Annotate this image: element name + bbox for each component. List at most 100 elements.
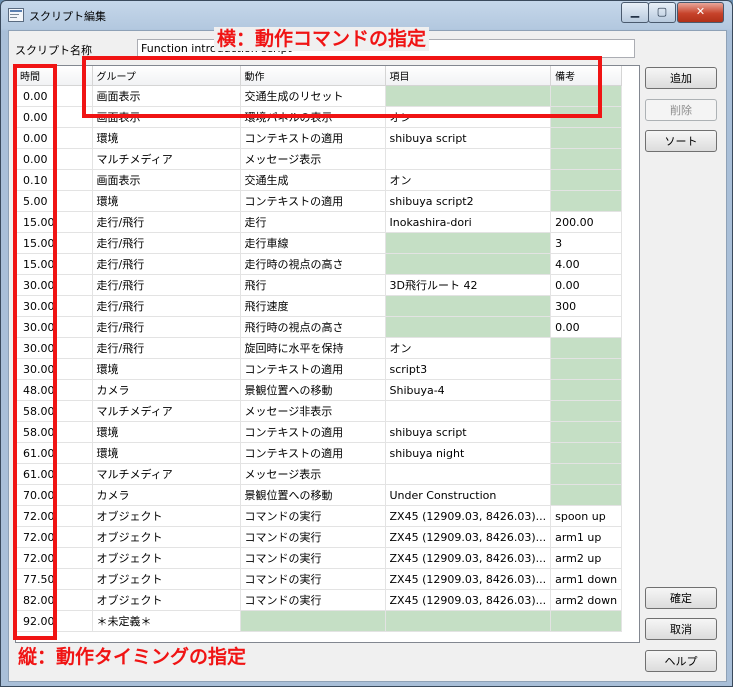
cell-item[interactable]: ZX45 (12909.03, 8426.03)... — [385, 547, 552, 569]
cell-note[interactable] — [550, 358, 623, 380]
cell-group[interactable]: 走行/飛行 — [92, 274, 241, 296]
table-row[interactable]: 0.00 マルチメディア メッセージ表示 — [16, 148, 623, 170]
cell-note[interactable]: arm1 up — [550, 526, 623, 548]
cell-item[interactable]: Inokashira-dori — [385, 211, 552, 233]
cell-group[interactable]: ＊未定義＊ — [92, 610, 241, 632]
delete-button[interactable]: 削除 — [645, 99, 717, 121]
cell-action[interactable]: コマンドの実行 — [240, 505, 386, 527]
cell-note[interactable] — [550, 484, 623, 506]
cell-note[interactable]: 4.00 — [550, 253, 623, 275]
table-row[interactable]: 77.50 オブジェクト コマンドの実行 ZX45 (12909.03, 8426.0… — [16, 568, 623, 590]
cell-item[interactable]: Under Construction — [385, 484, 552, 506]
table-row[interactable]: 15.00 走行/飛行 走行車線 3 — [16, 232, 623, 254]
cell-item[interactable]: ZX45 (12909.03, 8426.03)... — [385, 505, 552, 527]
cell-item[interactable] — [385, 463, 552, 485]
cell-action[interactable]: 走行車線 — [240, 232, 386, 254]
cell-note[interactable] — [550, 148, 623, 170]
cell-item[interactable]: オン — [385, 337, 552, 359]
cell-note[interactable]: 0.00 — [550, 274, 623, 296]
cell-group[interactable]: オブジェクト — [92, 589, 241, 611]
cell-group[interactable]: 走行/飛行 — [92, 295, 241, 317]
cell-action[interactable]: 飛行時の視点の高さ — [240, 316, 386, 338]
cell-item[interactable]: オン — [385, 169, 552, 191]
cell-item[interactable]: Shibuya-4 — [385, 379, 552, 401]
cell-group[interactable]: マルチメディア — [92, 463, 241, 485]
title-bar[interactable]: スクリプト編集 ▁ ▢ ✕ — [1, 1, 732, 29]
cell-item[interactable] — [385, 400, 552, 422]
table-row[interactable]: 15.00 走行/飛行 走行 Inokashira-dori 200.00 — [16, 211, 623, 233]
table-row[interactable]: 15.00 走行/飛行 走行時の視点の高さ 4.00 — [16, 253, 623, 275]
help-button[interactable]: ヘルプ — [645, 650, 717, 672]
cell-item[interactable]: ZX45 (12909.03, 8426.03)... — [385, 526, 552, 548]
cell-action[interactable]: コンテキストの適用 — [240, 358, 386, 380]
cell-note[interactable] — [550, 400, 623, 422]
cell-item[interactable]: ZX45 (12909.03, 8426.03)... — [385, 589, 552, 611]
cell-item[interactable]: shibuya script — [385, 127, 552, 149]
cell-note[interactable] — [550, 337, 623, 359]
cell-group[interactable]: 環境 — [92, 190, 241, 212]
cell-group[interactable]: オブジェクト — [92, 505, 241, 527]
add-button[interactable]: 追加 — [645, 67, 717, 89]
table-row[interactable]: 58.00 マルチメディア メッセージ非表示 — [16, 400, 623, 422]
cell-action[interactable]: 交通生成 — [240, 169, 386, 191]
cell-note[interactable]: 300 — [550, 295, 623, 317]
table-row[interactable]: 82.00 オブジェクト コマンドの実行 ZX45 (12909.03, 8426.0… — [16, 589, 623, 611]
table-row[interactable]: 61.00 環境 コンテキストの適用 shibuya night — [16, 442, 623, 464]
table-row[interactable]: 0.10 画面表示 交通生成 オン — [16, 169, 623, 191]
cell-group[interactable]: オブジェクト — [92, 547, 241, 569]
cell-group[interactable]: 走行/飛行 — [92, 316, 241, 338]
cell-group[interactable]: マルチメディア — [92, 148, 241, 170]
cell-group[interactable]: 環境 — [92, 358, 241, 380]
cell-action[interactable]: 景観位置への移動 — [240, 484, 386, 506]
cell-action[interactable]: 走行時の視点の高さ — [240, 253, 386, 275]
table-row[interactable]: 0.00 環境 コンテキストの適用 shibuya script — [16, 127, 623, 149]
table-row[interactable]: 61.00 マルチメディア メッセージ表示 — [16, 463, 623, 485]
maximize-button[interactable]: ▢ — [648, 2, 676, 23]
cell-group[interactable]: オブジェクト — [92, 526, 241, 548]
cell-group[interactable]: マルチメディア — [92, 400, 241, 422]
cell-item[interactable]: ZX45 (12909.03, 8426.03)... — [385, 568, 552, 590]
sort-button[interactable]: ソート — [645, 130, 717, 152]
cell-item[interactable] — [385, 295, 552, 317]
cell-action[interactable]: コンテキストの適用 — [240, 421, 386, 443]
table-row[interactable]: 30.00 走行/飛行 飛行速度 300 — [16, 295, 623, 317]
cell-item[interactable] — [385, 148, 552, 170]
cell-action[interactable]: 走行 — [240, 211, 386, 233]
cell-group[interactable]: 画面表示 — [92, 169, 241, 191]
cell-item[interactable]: 3D飛行ルート 42 — [385, 274, 552, 296]
cell-item[interactable]: shibuya night — [385, 442, 552, 464]
cell-item[interactable]: script3 — [385, 358, 552, 380]
cell-action[interactable]: メッセージ非表示 — [240, 400, 386, 422]
cell-item[interactable] — [385, 232, 552, 254]
cell-group[interactable]: 走行/飛行 — [92, 211, 241, 233]
table-row[interactable]: 72.00 オブジェクト コマンドの実行 ZX45 (12909.03, 8426.0… — [16, 547, 623, 569]
close-button[interactable]: ✕ — [677, 2, 724, 23]
cell-action[interactable]: メッセージ表示 — [240, 148, 386, 170]
cell-item[interactable] — [385, 253, 552, 275]
cell-note[interactable] — [550, 442, 623, 464]
cell-note[interactable]: arm2 down — [550, 589, 623, 611]
cell-note[interactable] — [550, 463, 623, 485]
table-row[interactable]: 48.00 カメラ 景観位置への移動 Shibuya-4 — [16, 379, 623, 401]
cell-action[interactable]: コマンドの実行 — [240, 526, 386, 548]
table-row[interactable]: 70.00 カメラ 景観位置への移動 Under Construction — [16, 484, 623, 506]
cell-group[interactable]: 環境 — [92, 421, 241, 443]
cell-note[interactable]: arm1 down — [550, 568, 623, 590]
cell-group[interactable]: 走行/飛行 — [92, 232, 241, 254]
cell-item[interactable] — [385, 610, 552, 632]
cell-note[interactable] — [550, 610, 623, 632]
cell-action[interactable]: 旋回時に水平を保持 — [240, 337, 386, 359]
cell-note[interactable]: arm2 up — [550, 547, 623, 569]
cell-action[interactable] — [240, 610, 386, 632]
cell-action[interactable]: コンテキストの適用 — [240, 190, 386, 212]
table-row[interactable]: 58.00 環境 コンテキストの適用 shibuya script — [16, 421, 623, 443]
cell-group[interactable]: 走行/飛行 — [92, 337, 241, 359]
cell-group[interactable]: 環境 — [92, 442, 241, 464]
cell-action[interactable]: コンテキストの適用 — [240, 442, 386, 464]
cell-action[interactable]: コマンドの実行 — [240, 589, 386, 611]
cell-action[interactable]: コンテキストの適用 — [240, 127, 386, 149]
cell-group[interactable]: オブジェクト — [92, 568, 241, 590]
cell-action[interactable]: コマンドの実行 — [240, 547, 386, 569]
cell-action[interactable]: コマンドの実行 — [240, 568, 386, 590]
cell-note[interactable] — [550, 190, 623, 212]
